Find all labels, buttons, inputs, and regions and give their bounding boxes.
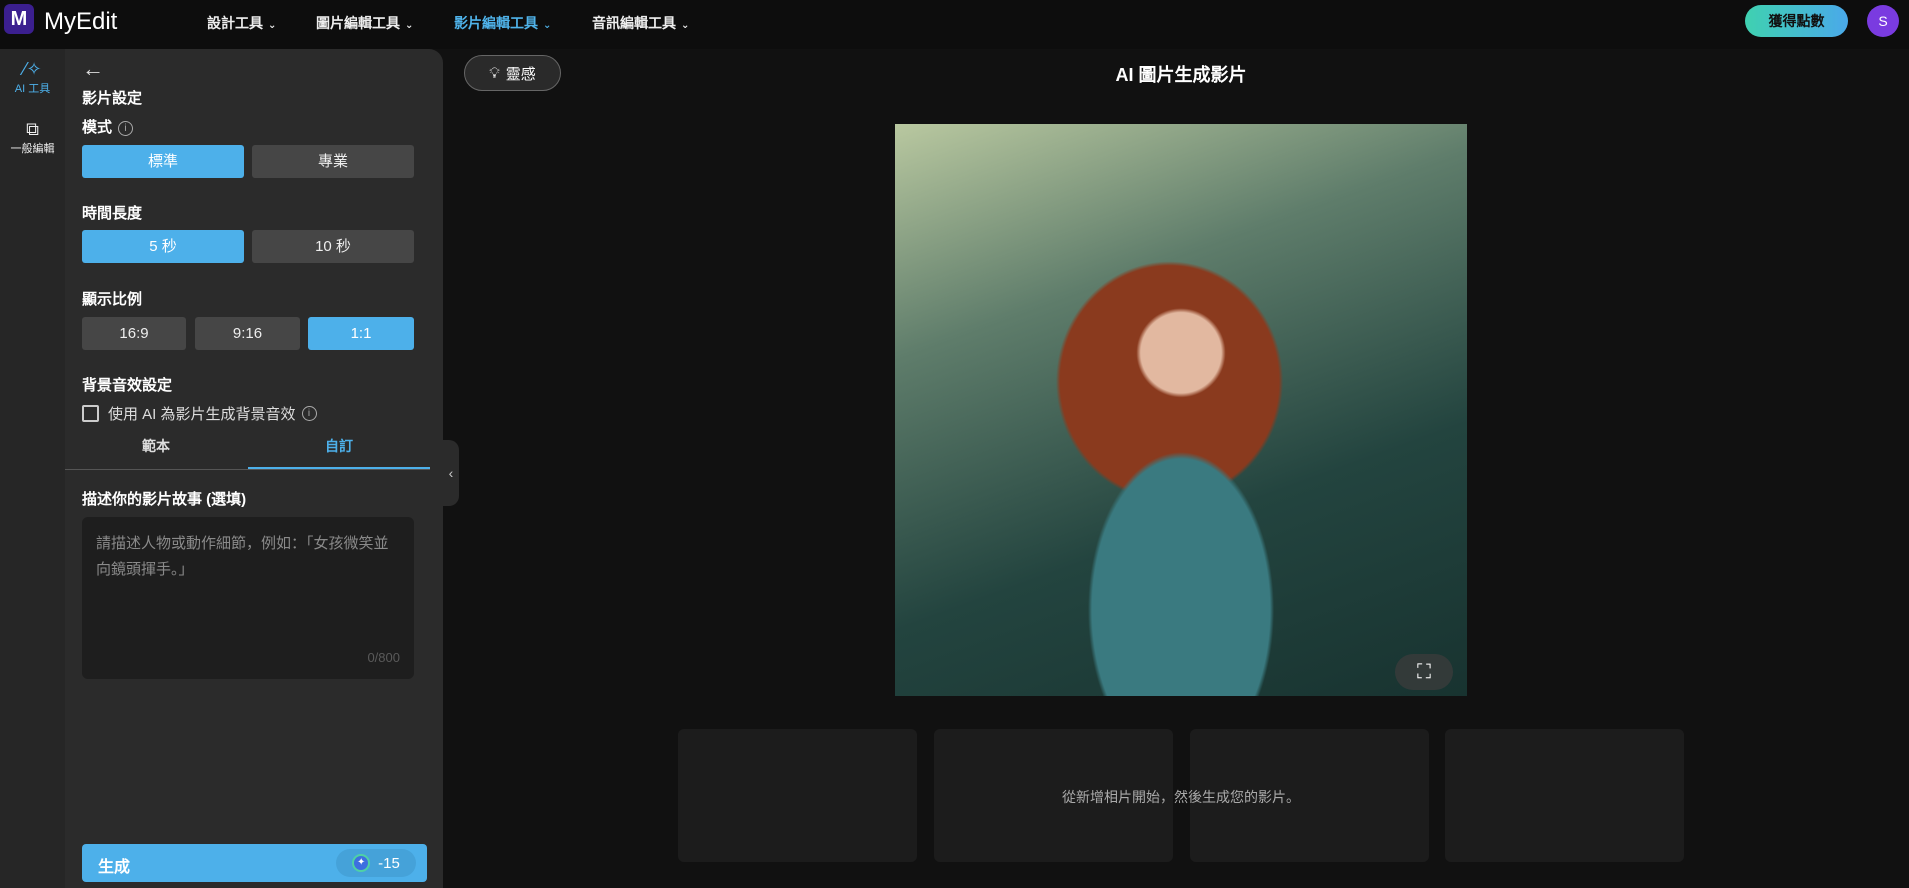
story-label: 描述你的影片故事 (選填) [82, 491, 247, 508]
generate-label: 生成 [98, 859, 131, 876]
top-bar: M MyEdit 設計工具 ⌄ 圖片編輯工具 ⌄ 影片編輯工具 ⌄ 音訊編輯工具 ⌄ 獲… [0, 0, 1909, 49]
chevron-down-icon: ⌄ [543, 20, 552, 31]
crop-icon[interactable]: ⛶ [1395, 654, 1453, 690]
tab-custom[interactable]: 自訂 [248, 432, 430, 469]
tool-rail: ⁄✧ AI 工具 ⧉ 一般編輯 [0, 49, 65, 888]
ratio-1-1-button[interactable]: 1:1 [308, 317, 414, 350]
inspiration-label: 靈感 [505, 65, 536, 83]
story-textarea[interactable]: 請描述人物或動作細節，例如：「女孩微笑並向鏡頭揮手。」 0/800 [82, 517, 414, 679]
audio-checkbox-label: 使用 AI 為影片生成背景音效 [108, 406, 296, 423]
nav-label: 圖片編輯工具 [316, 15, 400, 31]
logo-text[interactable]: MyEdit [44, 8, 117, 36]
avatar[interactable]: S [1867, 5, 1899, 37]
nav-design-tools[interactable]: 設計工具 ⌄ [207, 13, 276, 33]
ratio-16-9-button[interactable]: 16:9 [82, 317, 186, 350]
magic-wand-icon: ⁄✧ [23, 59, 42, 79]
nav-label: 影片編輯工具 [454, 15, 538, 31]
page-title: AI 圖片生成影片 [1115, 65, 1247, 85]
get-points-button[interactable]: 獲得點數 [1745, 5, 1848, 37]
credit-cost: -15 [378, 854, 400, 872]
chevron-left-icon: ‹ [448, 465, 454, 481]
rail-label: AI 工具 [14, 83, 51, 95]
empty-state-text: 從新增相片開始，然後生成您的影片。 [1062, 789, 1300, 805]
collapse-panel-handle[interactable]: ‹ [443, 440, 459, 506]
audio-checkbox-row[interactable]: 使用 AI 為影片生成背景音效 i [82, 403, 317, 424]
nav-label: 音訊編輯工具 [592, 15, 676, 31]
chevron-down-icon: ⌄ [681, 20, 690, 31]
duration-label: 時間長度 [82, 205, 143, 222]
duration-5s-button[interactable]: 5 秒 [82, 230, 244, 263]
ratio-label: 顯示比例 [82, 291, 143, 308]
rail-item-ai-tools[interactable]: ⁄✧ AI 工具 [0, 53, 65, 111]
generate-button[interactable]: 生成 ✦ -15 [82, 844, 427, 882]
info-icon[interactable]: i [301, 406, 317, 421]
audio-checkbox[interactable] [82, 405, 99, 422]
mode-pro-button[interactable]: 專業 [252, 145, 414, 178]
panel-title: 影片設定 [82, 90, 143, 107]
tabs-divider [65, 469, 430, 470]
credit-cost-badge: ✦ -15 [336, 849, 416, 877]
nav-photo-tools[interactable]: 圖片編輯工具 ⌄ [316, 13, 413, 33]
nav-audio-tools[interactable]: 音訊編輯工具 ⌄ [592, 13, 689, 33]
chevron-down-icon: ⌄ [405, 20, 414, 31]
character-counter: 0/800 [367, 650, 400, 665]
ratio-9-16-button[interactable]: 9:16 [195, 317, 300, 350]
uploaded-photo: ⛶ [895, 124, 1467, 696]
audio-label: 背景音效設定 [82, 377, 173, 394]
lightbulb-icon: 💡︎ [489, 64, 500, 82]
mode-label: 模式 i [82, 116, 134, 137]
credit-icon: ✦ [352, 854, 371, 872]
inspiration-button[interactable]: 💡︎ 靈感 [464, 55, 561, 91]
nav-label: 設計工具 [207, 15, 263, 31]
tab-templates[interactable]: 範本 [65, 432, 247, 469]
duration-10s-button[interactable]: 10 秒 [252, 230, 414, 263]
mode-label-text: 模式 [82, 119, 113, 136]
layers-icon: ⧉ [26, 119, 39, 139]
rail-item-general-edit[interactable]: ⧉ 一般編輯 [0, 113, 65, 171]
info-icon[interactable]: i [118, 121, 134, 136]
logo-icon[interactable]: M [4, 4, 34, 34]
chevron-down-icon: ⌄ [268, 20, 277, 31]
nav-video-tools[interactable]: 影片編輯工具 ⌄ [454, 13, 551, 33]
mode-standard-button[interactable]: 標準 [82, 145, 244, 178]
rail-label: 一般編輯 [10, 143, 55, 155]
back-arrow-icon[interactable]: ← [82, 56, 104, 82]
story-placeholder: 請描述人物或動作細節，例如：「女孩微笑並向鏡頭揮手。」 [96, 535, 389, 578]
